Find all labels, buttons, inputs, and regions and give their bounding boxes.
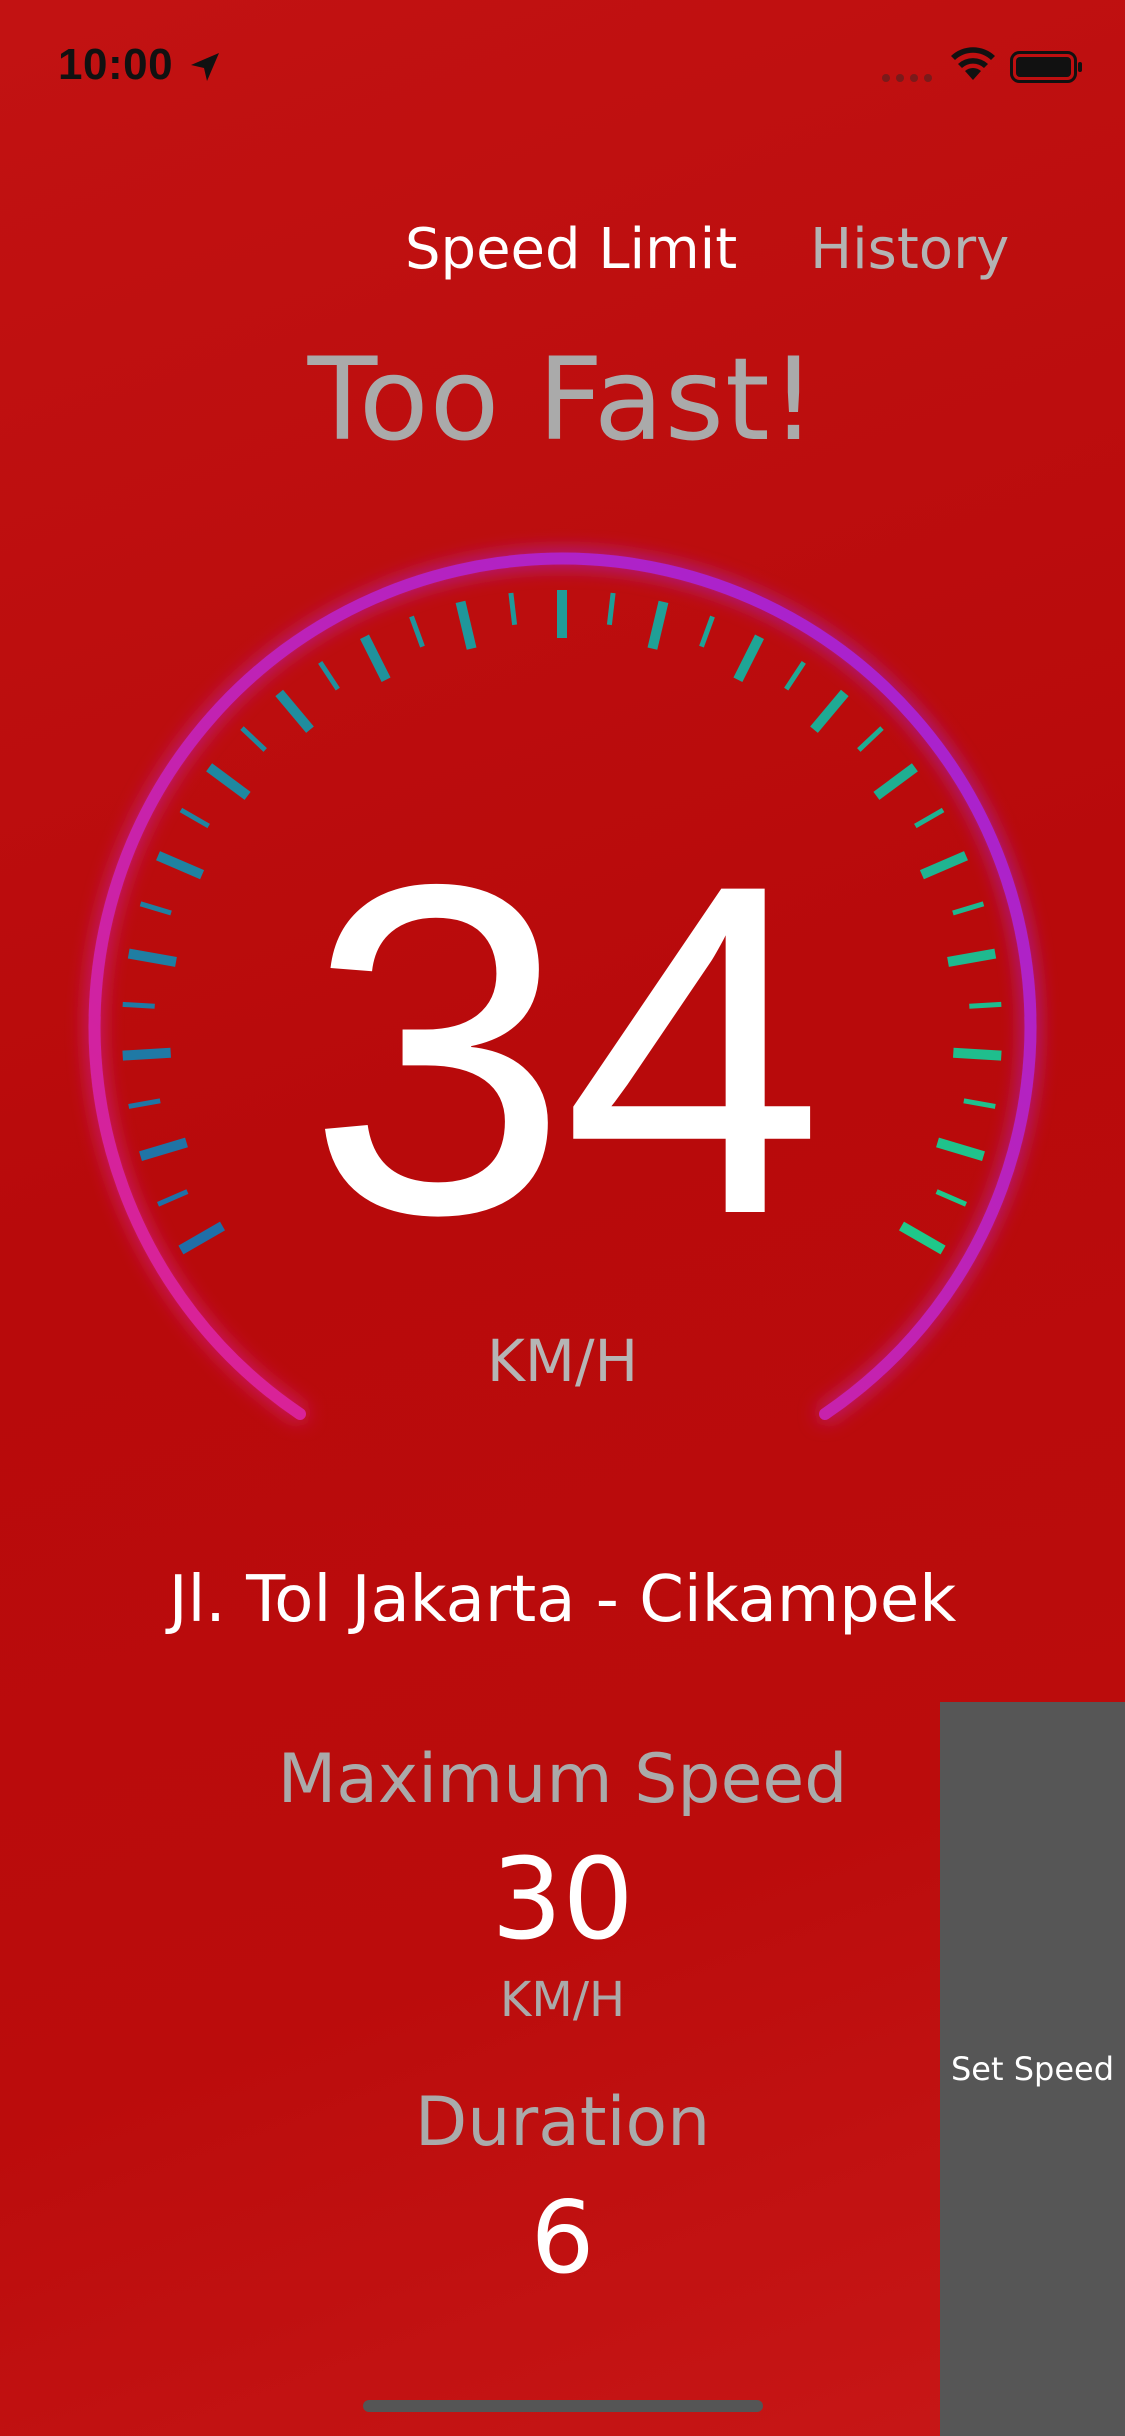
road-name: Jl. Tol Jakarta - Cikampek [168, 1563, 957, 1637]
cellular-signal-icon [882, 74, 932, 82]
current-speed-unit: KM/H [486, 1327, 639, 1395]
wifi-icon [951, 47, 995, 80]
speedometer-tick [606, 592, 616, 626]
speedometer-tick [647, 600, 669, 650]
battery-icon [1010, 51, 1082, 83]
speedometer-tick [784, 661, 806, 691]
speedometer-tick [857, 726, 884, 752]
speedometer-tick [873, 763, 918, 800]
tab-bar: Speed Limit History [0, 210, 1125, 290]
status-bar: 10:00 [0, 0, 1125, 132]
tab-speed-limit[interactable]: Speed Limit [405, 210, 737, 290]
speedometer-tick [409, 615, 425, 648]
home-indicator [363, 2400, 763, 2412]
tab-history[interactable]: History [810, 210, 1009, 290]
set-speed-button-label: Set Speed [950, 2050, 1115, 2088]
speedometer-tick [455, 600, 477, 650]
speedometer-tick [699, 615, 715, 648]
current-speed-value: 34 [307, 787, 824, 1312]
speedometer-tick [508, 592, 518, 626]
status-time: 10:00 [58, 40, 174, 89]
speedometer-tick [206, 763, 251, 800]
speedometer-tick [318, 661, 340, 691]
speed-alert-text: Too Fast! [307, 333, 818, 466]
speedometer-tick [275, 689, 314, 733]
speedometer-tick [360, 634, 391, 682]
speedometer-tick [733, 634, 764, 682]
location-arrow-icon [191, 53, 219, 81]
speedometer-tick [810, 689, 849, 733]
speedometer-tick [240, 726, 267, 752]
set-speed-button[interactable]: Set Speed [940, 1702, 1125, 2436]
